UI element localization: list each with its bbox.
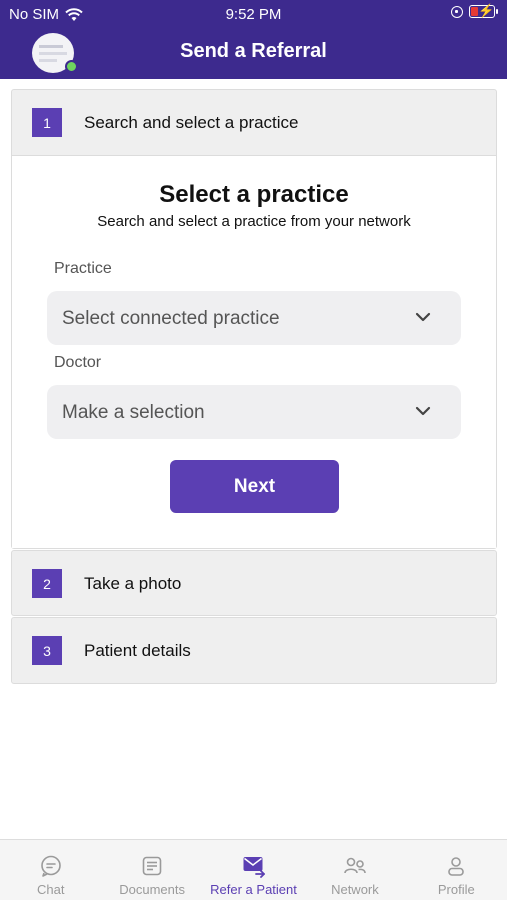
doctor-select[interactable]: Make a selection — [47, 385, 461, 439]
orientation-lock-icon — [451, 5, 463, 18]
send-referral-screen: No SIM 9:52 PM ⚡ Send a Referral 1 Searc… — [0, 0, 507, 900]
app-header: No SIM 9:52 PM ⚡ Send a Referral — [0, 0, 507, 79]
next-button[interactable]: Next — [170, 460, 339, 513]
chat-icon — [40, 855, 61, 877]
tab-label: Refer a Patient — [210, 882, 297, 897]
documents-icon — [142, 856, 162, 876]
title-row: Send a Referral — [0, 28, 507, 79]
tab-label: Documents — [119, 882, 185, 897]
doctor-select-value: Make a selection — [62, 402, 205, 423]
step-1-panel: Select a practice Search and select a pr… — [12, 155, 496, 548]
step-title: Patient details — [84, 641, 191, 660]
step-3-header[interactable]: 3 Patient details — [12, 618, 496, 683]
step-take-photo[interactable]: 2 Take a photo — [11, 550, 497, 616]
step-number-badge: 2 — [32, 569, 62, 598]
chevron-down-icon — [415, 312, 431, 322]
battery-icon: ⚡ — [469, 3, 498, 18]
practice-label: Practice — [54, 260, 112, 277]
step-number-badge: 3 — [32, 636, 62, 665]
page-title: Send a Referral — [180, 40, 327, 62]
tab-label: Network — [331, 882, 379, 897]
status-right: ⚡ — [451, 3, 498, 18]
profile-icon — [448, 857, 465, 876]
status-time: 9:52 PM — [225, 6, 282, 23]
doctor-label: Doctor — [54, 354, 102, 371]
network-icon — [344, 857, 366, 874]
step-patient-details[interactable]: 3 Patient details — [11, 617, 497, 684]
step-number-badge: 1 — [32, 108, 62, 137]
step-2-header[interactable]: 2 Take a photo — [12, 551, 496, 616]
step-search-practice: 1 Search and select a practice Select a … — [11, 89, 497, 549]
tab-refer-a-patient[interactable]: Refer a Patient — [203, 840, 304, 900]
step-title: Take a photo — [84, 574, 182, 593]
tab-profile[interactable]: Profile — [406, 840, 507, 900]
step-1-header[interactable]: 1 Search and select a practice — [12, 90, 496, 155]
tab-label: Profile — [437, 882, 475, 897]
tab-chat[interactable]: Chat — [0, 840, 101, 900]
practice-select[interactable]: Select connected practice — [47, 291, 461, 345]
tab-network[interactable]: Network — [304, 840, 405, 900]
step-title: Search and select a practice — [84, 113, 299, 132]
tab-documents[interactable]: Documents — [101, 840, 202, 900]
practice-select-value: Select connected practice — [62, 308, 280, 329]
panel-subtitle: Search and select a practice from your n… — [97, 213, 411, 230]
bottom-tab-bar: Chat Documents Refer a Patient Network P… — [0, 839, 507, 900]
status-bar: No SIM 9:52 PM ⚡ — [0, 0, 507, 28]
refer-icon — [243, 857, 265, 878]
panel-title: Select a practice — [159, 181, 349, 208]
tab-label: Chat — [36, 882, 65, 897]
chevron-down-icon — [415, 406, 431, 416]
